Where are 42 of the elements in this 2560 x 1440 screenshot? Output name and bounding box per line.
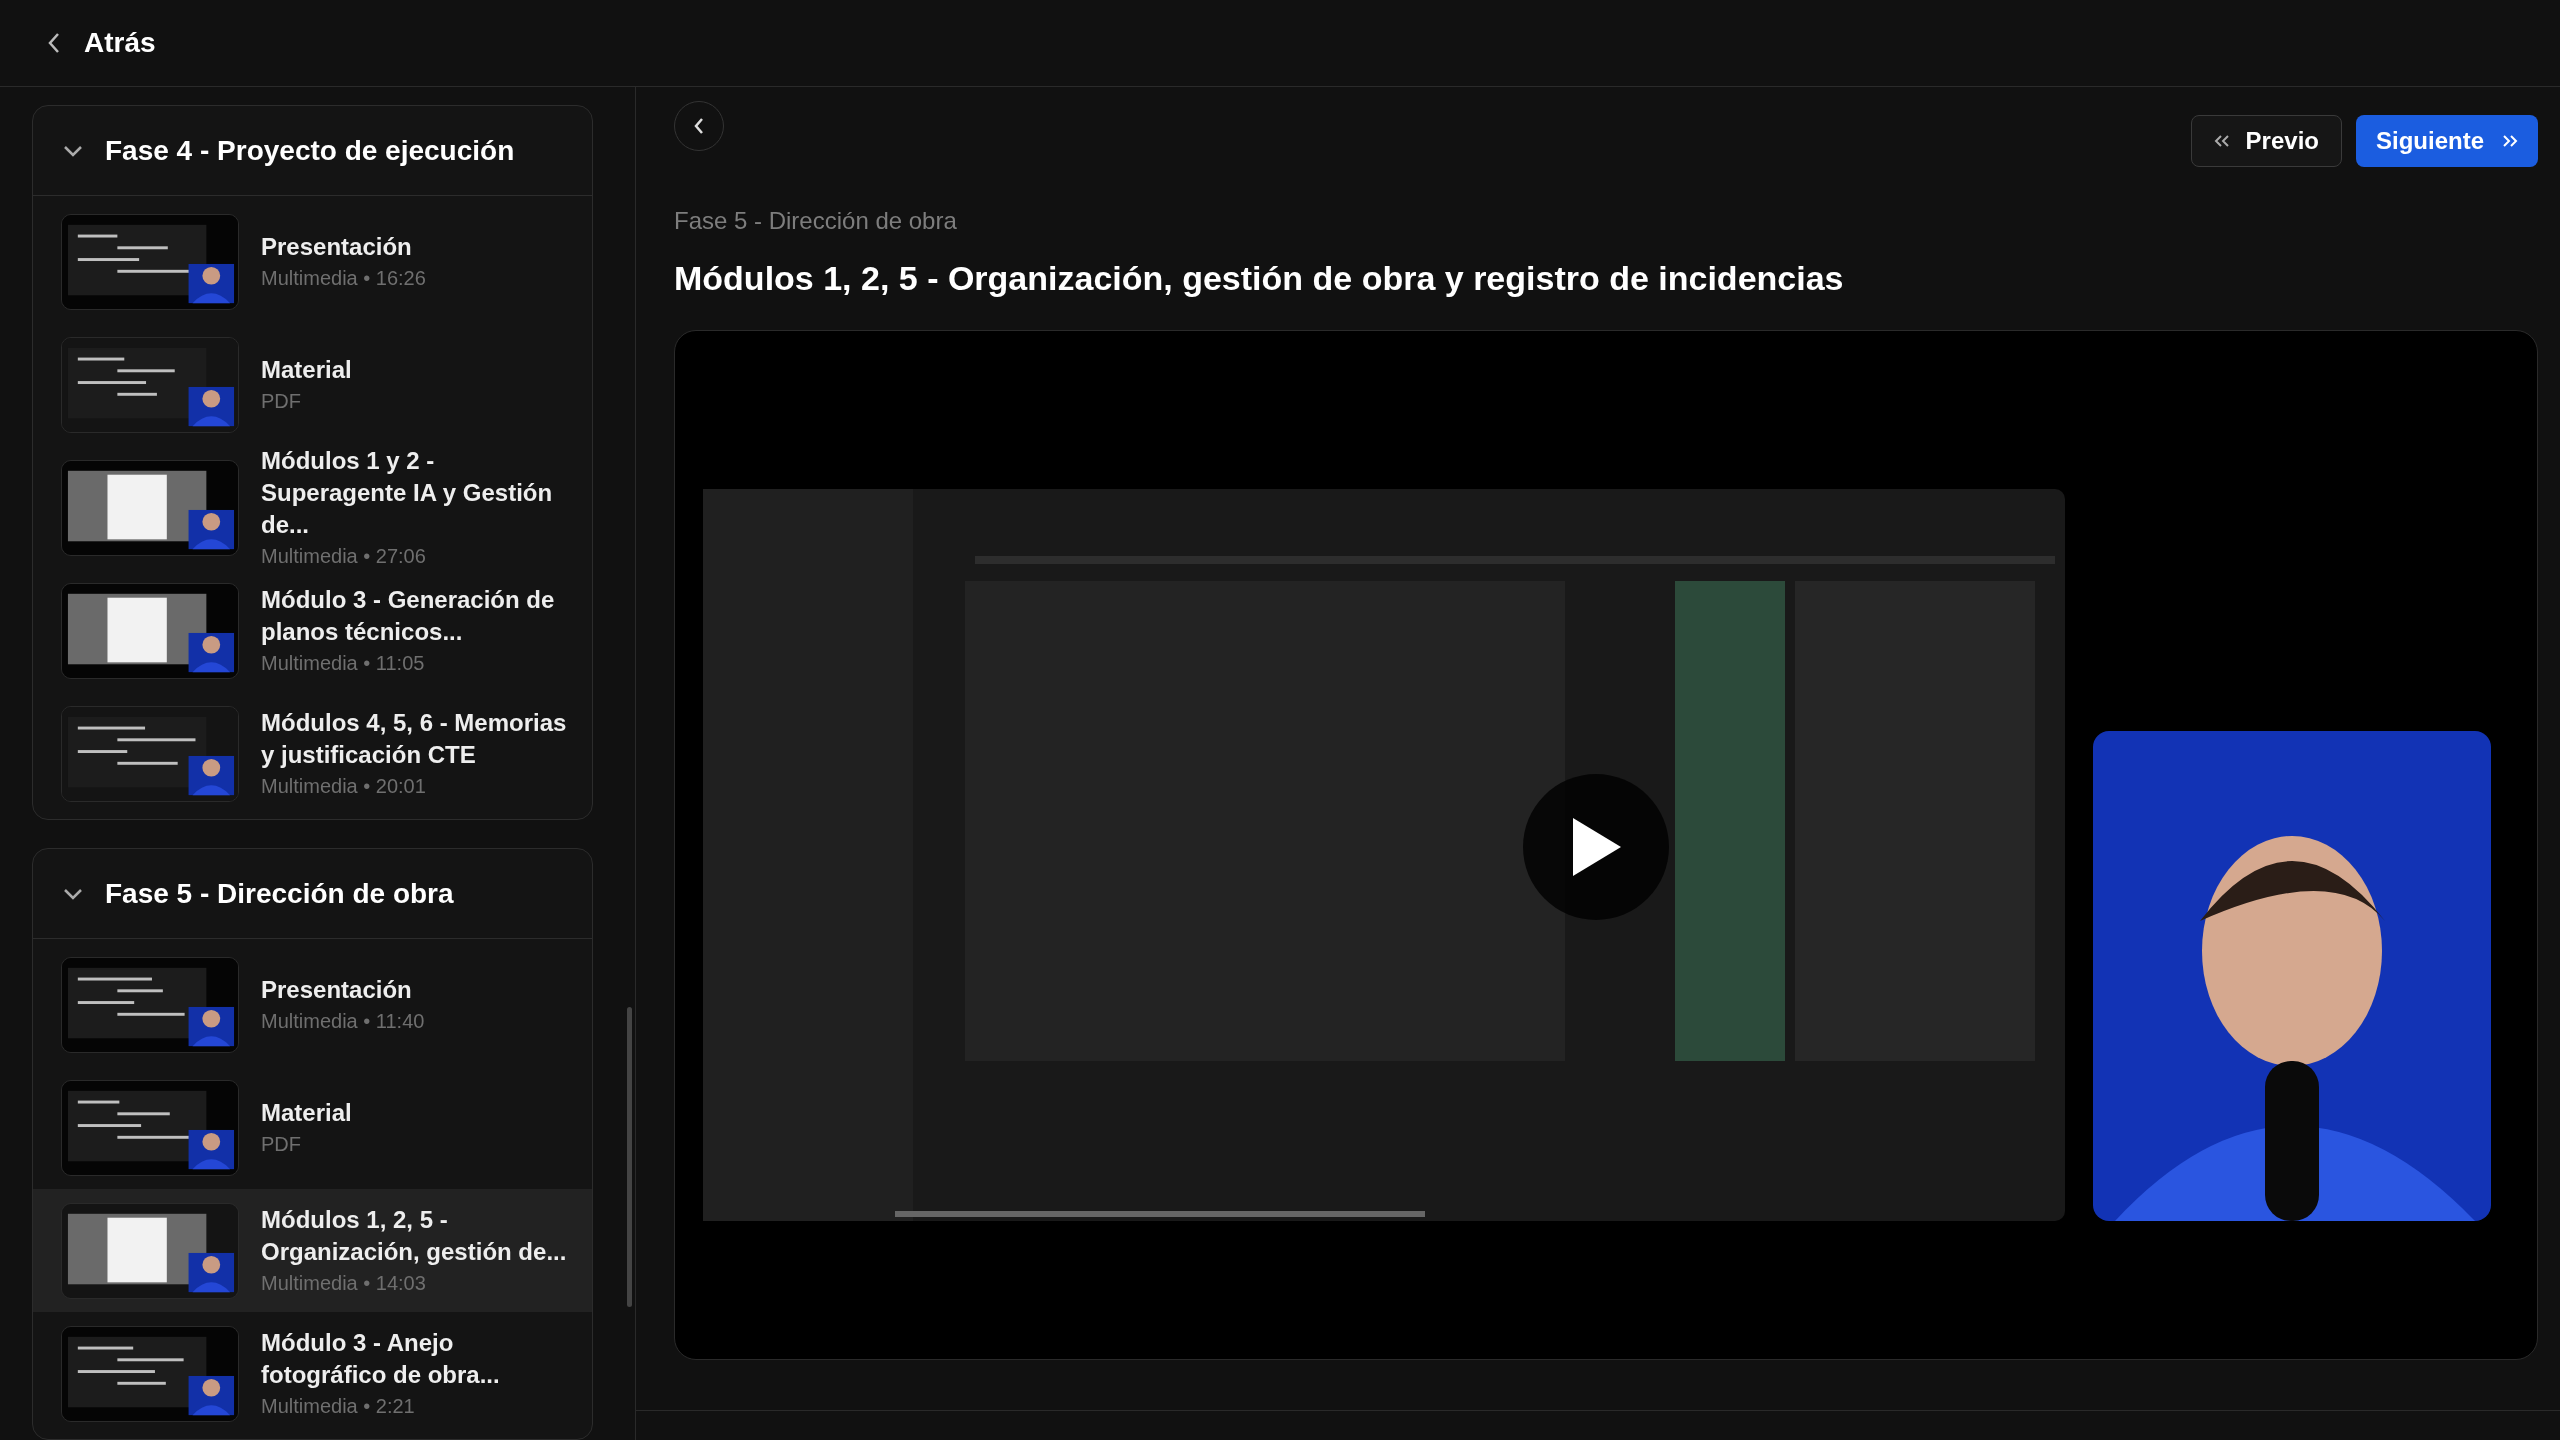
lesson-item[interactable]: Presentación Multimedia • 11:40: [33, 943, 592, 1066]
lesson-item[interactable]: Módulo 3 - Generación de planos técnicos... Multimedia • 11:05: [33, 569, 592, 692]
lesson-title: Material: [261, 1097, 352, 1128]
lesson-item[interactable]: Módulos 4, 5, 6 - Memorias y justificación CTE Multimedia • 20:01: [33, 692, 592, 815]
section-header[interactable]: Fase 5 - Dirección de obra: [33, 849, 592, 939]
lesson-title: Módulos 1, 2, 5 - Organización, gestión de obra y registro de incidencias: [674, 258, 1845, 299]
lesson-item[interactable]: Módulos 1 y 2 - Superagente IA y Gestión de... Multimedia • 27:06: [33, 446, 592, 569]
lesson-title: Material: [261, 354, 352, 385]
scrollbar[interactable]: [627, 1007, 632, 1307]
section-header[interactable]: Fase 4 - Proyecto de ejecución: [33, 106, 592, 196]
double-chevron-right-icon: [2502, 134, 2518, 148]
lesson-title: Módulos 4, 5, 6 - Memorias y justificación CTE: [261, 707, 568, 770]
lesson-title: Módulo 3 - Anejo fotográfico de obra...: [261, 1327, 501, 1390]
lesson-item[interactable]: Presentación Multimedia • 16:26: [33, 200, 592, 323]
lesson-item[interactable]: Módulo 3 - Anejo fotográfico de obra... Multimedia • 2:21: [33, 1312, 592, 1435]
lesson-meta: PDF: [261, 388, 302, 414]
lesson-title: Módulo 3 - Generación de planos técnicos...: [261, 584, 556, 647]
lesson-title: Módulos 1 y 2 - Superagente IA y Gestión de...: [261, 445, 554, 540]
lesson-meta: Multimedia • 20:01: [261, 773, 427, 799]
collapse-sidebar-button[interactable]: [674, 101, 724, 151]
chevron-left-icon: [693, 117, 705, 135]
lesson-item[interactable]: Módulos 1, 2, 5 - Organización, gestión de... Multimedia • 14:03: [33, 1189, 592, 1312]
lesson-meta: Multimedia • 11:40: [261, 1008, 425, 1034]
next-button[interactable]: Siguiente: [2356, 115, 2538, 167]
previous-button[interactable]: Previo: [2190, 115, 2342, 167]
lesson-meta: Multimedia • 14:03: [261, 1270, 427, 1296]
back-link[interactable]: Atrás: [46, 22, 156, 64]
lesson-meta: Multimedia • 11:05: [261, 650, 426, 676]
lesson-title: Presentación: [261, 974, 413, 1005]
lesson-meta: Multimedia • 16:26: [261, 265, 426, 291]
chevron-down-icon: [63, 144, 83, 157]
lesson-title: Módulos 1, 2, 5 - Organización, gestión de...: [261, 1204, 568, 1267]
lesson-meta: Multimedia • 27:06: [261, 543, 427, 569]
lesson-meta: PDF: [261, 1131, 302, 1157]
breadcrumb: Fase 5 - Dirección de obra: [674, 206, 958, 236]
chevron-down-icon: [63, 887, 83, 900]
lesson-item[interactable]: Material PDF: [33, 323, 592, 446]
chevron-left-icon: [46, 31, 62, 55]
lesson-item[interactable]: Material PDF: [33, 1066, 592, 1189]
lesson-meta: Multimedia • 2:21: [261, 1393, 416, 1419]
double-chevron-left-icon: [2213, 134, 2230, 148]
lesson-title: Presentación: [261, 231, 413, 262]
